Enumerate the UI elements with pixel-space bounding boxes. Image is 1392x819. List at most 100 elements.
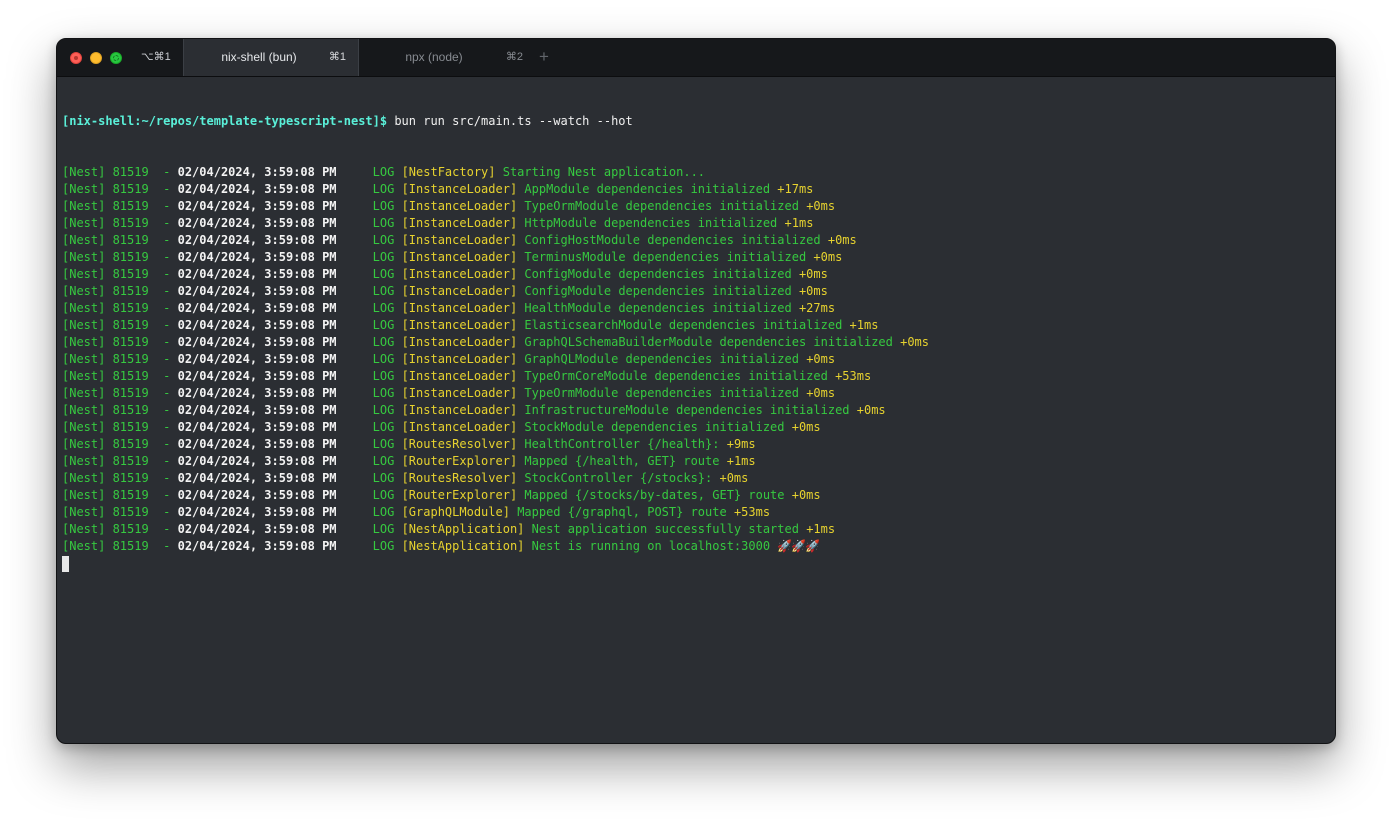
log-prefix: [Nest] 81519 - bbox=[62, 369, 178, 383]
log-message: TerminusModule dependencies initialized bbox=[524, 250, 807, 264]
log-timestamp: 02/04/2024, 3:59:08 PM bbox=[177, 369, 337, 383]
log-line: [Nest] 81519 - 02/04/2024, 3:59:08 PM LO… bbox=[62, 232, 1330, 249]
log-message: TypeOrmCoreModule dependencies initializ… bbox=[524, 369, 828, 383]
log-level: LOG bbox=[336, 505, 402, 519]
log-level: LOG bbox=[336, 233, 402, 247]
log-elapsed: +1ms bbox=[849, 318, 879, 332]
log-level: LOG bbox=[336, 284, 402, 298]
zoom-window-button[interactable] bbox=[110, 52, 122, 64]
log-elapsed: +0ms bbox=[806, 386, 836, 400]
log-timestamp: 02/04/2024, 3:59:08 PM bbox=[177, 318, 337, 332]
log-context: [InstanceLoader] bbox=[401, 318, 518, 332]
log-message: ElasticsearchModule dependencies initial… bbox=[524, 318, 843, 332]
log-prefix: [Nest] 81519 - bbox=[62, 165, 178, 179]
log-line: [Nest] 81519 - 02/04/2024, 3:59:08 PM LO… bbox=[62, 487, 1330, 504]
log-context: [InstanceLoader] bbox=[401, 301, 518, 315]
log-timestamp: 02/04/2024, 3:59:08 PM bbox=[177, 505, 337, 519]
log-timestamp: 02/04/2024, 3:59:08 PM bbox=[177, 471, 337, 485]
log-prefix: [Nest] 81519 - bbox=[62, 386, 178, 400]
log-context: [InstanceLoader] bbox=[401, 182, 518, 196]
log-context: [InstanceLoader] bbox=[401, 386, 518, 400]
log-message: Mapped {/graphql, POST} route bbox=[517, 505, 727, 519]
log-line: [Nest] 81519 - 02/04/2024, 3:59:08 PM LO… bbox=[62, 215, 1330, 232]
log-context: [InstanceLoader] bbox=[401, 335, 518, 349]
log-timestamp: 02/04/2024, 3:59:08 PM bbox=[177, 233, 337, 247]
log-timestamp: 02/04/2024, 3:59:08 PM bbox=[177, 216, 337, 230]
log-line: [Nest] 81519 - 02/04/2024, 3:59:08 PM LO… bbox=[62, 181, 1330, 198]
log-context: [NestFactory] bbox=[401, 165, 496, 179]
log-prefix: [Nest] 81519 - bbox=[62, 267, 178, 281]
log-context: [InstanceLoader] bbox=[401, 403, 518, 417]
log-line: [Nest] 81519 - 02/04/2024, 3:59:08 PM LO… bbox=[62, 266, 1330, 283]
log-message: HealthController {/health}: bbox=[524, 437, 720, 451]
log-message: TypeOrmModule dependencies initialized bbox=[524, 199, 799, 213]
log-message: ConfigModule dependencies initialized bbox=[524, 284, 792, 298]
log-message: ConfigModule dependencies initialized bbox=[524, 267, 792, 281]
log-line: [Nest] 81519 - 02/04/2024, 3:59:08 PM LO… bbox=[62, 419, 1330, 436]
log-message: Mapped {/health, GET} route bbox=[524, 454, 720, 468]
log-context: [InstanceLoader] bbox=[401, 216, 518, 230]
log-level: LOG bbox=[336, 471, 402, 485]
minimize-window-button[interactable] bbox=[90, 52, 102, 64]
log-elapsed: +1ms bbox=[784, 216, 814, 230]
log-prefix: [Nest] 81519 - bbox=[62, 199, 178, 213]
log-timestamp: 02/04/2024, 3:59:08 PM bbox=[177, 488, 337, 502]
new-tab-plus-icon[interactable]: + bbox=[539, 47, 549, 67]
shell-prompt: [nix-shell:~/repos/template-typescript-n… bbox=[62, 114, 388, 128]
close-window-button[interactable] bbox=[70, 52, 82, 64]
log-level: LOG bbox=[336, 403, 402, 417]
log-prefix: [Nest] 81519 - bbox=[62, 216, 178, 230]
log-level: LOG bbox=[336, 522, 402, 536]
log-prefix: [Nest] 81519 - bbox=[62, 403, 178, 417]
log-line: [Nest] 81519 - 02/04/2024, 3:59:08 PM LO… bbox=[62, 249, 1330, 266]
log-line: [Nest] 81519 - 02/04/2024, 3:59:08 PM LO… bbox=[62, 521, 1330, 538]
log-elapsed: +0ms bbox=[798, 284, 828, 298]
log-elapsed: +0ms bbox=[856, 403, 886, 417]
log-timestamp: 02/04/2024, 3:59:08 PM bbox=[177, 199, 337, 213]
log-elapsed: 🚀🚀🚀 bbox=[777, 539, 820, 553]
log-line: [Nest] 81519 - 02/04/2024, 3:59:08 PM LO… bbox=[62, 385, 1330, 402]
log-timestamp: 02/04/2024, 3:59:08 PM bbox=[177, 267, 337, 281]
tab-shortcut: ⌘1 bbox=[328, 51, 346, 63]
log-context: [InstanceLoader] bbox=[401, 352, 518, 366]
log-timestamp: 02/04/2024, 3:59:08 PM bbox=[177, 386, 337, 400]
log-elapsed: +9ms bbox=[726, 437, 756, 451]
window-shortcut: ⌥⌘1 bbox=[141, 51, 171, 63]
tab-nix-shell-bun[interactable]: nix-shell (bun) ⌘1 bbox=[183, 39, 359, 76]
log-message: GraphQLSchemaBuilderModule dependencies … bbox=[524, 335, 893, 349]
log-level: LOG bbox=[336, 216, 402, 230]
log-line: [Nest] 81519 - 02/04/2024, 3:59:08 PM LO… bbox=[62, 470, 1330, 487]
log-context: [RoutesResolver] bbox=[401, 437, 518, 451]
log-prefix: [Nest] 81519 - bbox=[62, 488, 178, 502]
log-level: LOG bbox=[336, 165, 402, 179]
log-prefix: [Nest] 81519 - bbox=[62, 505, 178, 519]
log-elapsed: +0ms bbox=[806, 352, 836, 366]
log-level: LOG bbox=[336, 267, 402, 281]
log-level: LOG bbox=[336, 369, 402, 383]
log-elapsed: +1ms bbox=[806, 522, 836, 536]
log-elapsed: +0ms bbox=[791, 488, 821, 502]
terminal-output[interactable]: [nix-shell:~/repos/template-typescript-n… bbox=[62, 79, 1330, 743]
tab-npx-node[interactable]: npx (node) ⌘2 bbox=[359, 39, 535, 76]
log-message: TypeOrmModule dependencies initialized bbox=[524, 386, 799, 400]
log-elapsed: +53ms bbox=[733, 505, 771, 519]
log-line: [Nest] 81519 - 02/04/2024, 3:59:08 PM LO… bbox=[62, 198, 1330, 215]
log-message: StockController {/stocks}: bbox=[524, 471, 713, 485]
log-level: LOG bbox=[336, 539, 402, 553]
log-context: [NestApplication] bbox=[401, 522, 525, 536]
log-level: LOG bbox=[336, 454, 402, 468]
log-prefix: [Nest] 81519 - bbox=[62, 539, 178, 553]
log-message: AppModule dependencies initialized bbox=[524, 182, 771, 196]
log-elapsed: +17ms bbox=[777, 182, 814, 196]
log-level: LOG bbox=[336, 420, 402, 434]
log-message: Mapped {/stocks/by-dates, GET} route bbox=[524, 488, 785, 502]
log-prefix: [Nest] 81519 - bbox=[62, 437, 178, 451]
log-prefix: [Nest] 81519 - bbox=[62, 284, 178, 298]
log-timestamp: 02/04/2024, 3:59:08 PM bbox=[177, 454, 337, 468]
tab-title: nix-shell (bun) bbox=[221, 50, 297, 64]
log-line: [Nest] 81519 - 02/04/2024, 3:59:08 PM LO… bbox=[62, 283, 1330, 300]
tab-title: npx (node) bbox=[405, 50, 463, 64]
log-timestamp: 02/04/2024, 3:59:08 PM bbox=[177, 437, 337, 451]
log-timestamp: 02/04/2024, 3:59:08 PM bbox=[177, 165, 337, 179]
title-bar: ⌥⌘1 nix-shell (bun) ⌘1 npx (node) ⌘2 + bbox=[57, 39, 1335, 77]
